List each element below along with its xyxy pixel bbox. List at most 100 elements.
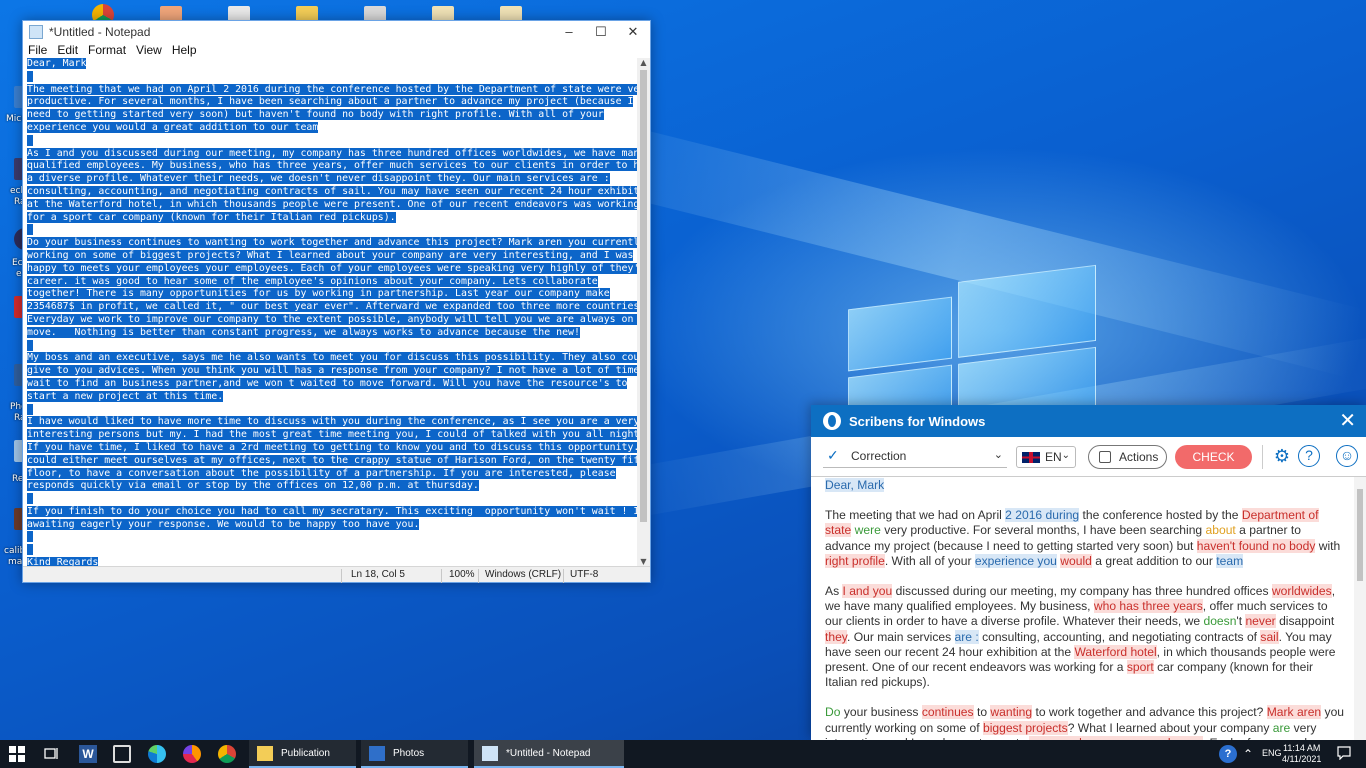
user-icon[interactable]: ☺ (1336, 445, 1358, 467)
window-title: *Untitled - Notepad (49, 25, 151, 39)
notification-icon[interactable] (1337, 746, 1351, 760)
cursor-position: Ln 18, Col 5 (351, 569, 405, 580)
text-line: floor, to have a conversation about the … (27, 467, 616, 479)
flagged-text[interactable]: continues (921, 705, 974, 720)
notepad-icon (482, 746, 498, 761)
word-icon[interactable]: W (79, 745, 97, 763)
actions-icon (1099, 451, 1111, 463)
notepad-window[interactable]: *Untitled - Notepad – ☐ ✕ File Edit Form… (22, 20, 651, 583)
task-publication[interactable]: Publication (249, 740, 356, 768)
windows-start-icon[interactable] (9, 746, 25, 762)
flagged-text[interactable]: Do (825, 705, 840, 719)
task-view-icon[interactable] (43, 745, 61, 763)
check-button[interactable]: CHECK (1175, 445, 1252, 469)
maximize-button[interactable]: ☐ (585, 21, 617, 43)
scroll-down-icon[interactable]: ▼ (637, 557, 650, 566)
minimize-button[interactable]: – (553, 21, 585, 43)
scribens-window[interactable]: Scribens for Windows ✕ ✓ Correction ⌄ EN… (811, 405, 1366, 740)
flagged-text[interactable]: sail (1260, 629, 1279, 644)
chrome-icon[interactable] (218, 745, 236, 763)
flagged-text[interactable]: team (1216, 553, 1244, 568)
task-label: *Untitled - Notepad (506, 748, 591, 759)
text-segment: discussed during our meeting, my company… (892, 584, 1272, 599)
text-line: Dear, Mark (27, 58, 87, 69)
flagged-text[interactable]: experience you (974, 553, 1057, 568)
menu-edit[interactable]: Edit (52, 43, 83, 59)
menu-bar: File Edit Format View Help (23, 43, 650, 59)
task-notepad[interactable]: *Untitled - Notepad (474, 740, 624, 768)
app-icon[interactable] (113, 745, 131, 763)
actions-button[interactable]: Actions (1088, 445, 1167, 469)
paragraph: As I and you discussed during our meetin… (825, 584, 1345, 690)
text-line: need to getting started very soon) but h… (27, 109, 604, 121)
text-segment: . Our main services (846, 629, 955, 644)
language-indicator[interactable]: ENG (1262, 748, 1282, 768)
flagged-text[interactable]: right profile (825, 553, 885, 568)
clock[interactable]: 11:14 AM 4/11/2021 (1282, 743, 1321, 765)
menu-file[interactable]: File (23, 43, 52, 59)
flagged-text[interactable]: wanting (990, 705, 1033, 720)
flagged-text[interactable]: biggest projects (982, 720, 1068, 735)
scribens-text-panel[interactable]: Dear, Mark The meeting that we had on Ap… (825, 478, 1345, 740)
close-button[interactable]: ✕ (617, 21, 649, 43)
close-icon[interactable]: ✕ (1339, 411, 1356, 431)
flagged-text[interactable]: were (855, 523, 881, 537)
text-segment: the conference hosted by the (1079, 508, 1242, 523)
flagged-text[interactable]: I and you (842, 584, 893, 599)
flagged-text[interactable]: would (1060, 553, 1092, 568)
flagged-text[interactable]: about (1206, 523, 1236, 537)
gear-icon[interactable]: ⚙ (1271, 445, 1293, 467)
scribens-logo-icon (823, 412, 841, 430)
text-editor[interactable]: Dear, Mark The meeting that we had on Ap… (27, 58, 637, 566)
language-select[interactable]: EN ⌄ (1016, 446, 1076, 468)
menu-format[interactable]: Format (83, 43, 131, 59)
text-line (27, 544, 637, 557)
scribens-scrollbar[interactable] (1354, 477, 1366, 740)
flagged-text[interactable]: 2 2016 during (1005, 508, 1080, 523)
flagged-text[interactable]: doesn (1203, 614, 1236, 628)
mode-select[interactable]: ✓ Correction ⌄ (823, 446, 1007, 468)
text-segment: a great addition to our (1091, 553, 1217, 568)
flagged-text[interactable]: worldwides (1271, 584, 1332, 599)
time: 11:14 AM (1283, 743, 1321, 753)
help-icon[interactable]: ? (1298, 445, 1320, 467)
scrollbar-thumb[interactable] (1357, 489, 1363, 581)
edge-icon[interactable] (148, 745, 166, 763)
text-line: move. Nothing is better than constant pr… (27, 326, 580, 338)
photos-icon (369, 746, 385, 761)
text-segment: ? What I learned about your company (1067, 720, 1273, 735)
help-icon[interactable]: ? (1219, 745, 1237, 763)
text-line (27, 70, 637, 84)
scribens-title: Scribens for Windows (849, 413, 986, 429)
title-bar[interactable]: *Untitled - Notepad – ☐ ✕ (23, 21, 650, 43)
task-label: Photos (393, 748, 425, 759)
flagged-text[interactable]: who has three years (1093, 599, 1203, 614)
status-bar: Ln 18, Col 5 100% Windows (CRLF) UTF-8 (23, 566, 650, 583)
menu-help[interactable]: Help (167, 43, 202, 59)
scribens-title-bar[interactable]: Scribens for Windows ✕ (811, 405, 1366, 437)
task-photos[interactable]: Photos (361, 740, 468, 768)
firefox-icon[interactable] (183, 745, 201, 763)
flagged-text[interactable]: are (1273, 721, 1290, 735)
taskbar: W Publication Photos *Untitled - Notepad… (0, 740, 1366, 768)
flagged-text[interactable]: never (1245, 614, 1276, 629)
flagged-text[interactable]: haven't found no body (1196, 538, 1316, 553)
flagged-text[interactable]: Waterford hotel (1074, 644, 1157, 659)
vertical-scrollbar[interactable]: ▲ ▼ (637, 58, 650, 566)
flagged-text[interactable]: Mark aren (1266, 705, 1322, 720)
text-segment: your business (840, 705, 922, 720)
text-line (27, 224, 637, 237)
text-segment: consulting, accounting, and negotiating … (978, 629, 1261, 644)
menu-view[interactable]: View (131, 43, 167, 59)
notepad-icon (29, 25, 43, 39)
scroll-up-icon[interactable]: ▲ (637, 58, 650, 67)
chevron-up-icon[interactable]: ⌃ (1243, 747, 1253, 768)
flagged-text[interactable]: sport (1126, 660, 1154, 675)
text-line (27, 493, 637, 506)
text-segment: to work together and advance this projec… (1032, 705, 1267, 720)
text-line (27, 531, 637, 544)
text-line: Do your business continues to wanting to… (27, 237, 637, 250)
flagged-text[interactable]: they (825, 629, 847, 644)
flagged-text[interactable]: are : (954, 629, 979, 644)
scrollbar-thumb[interactable] (640, 70, 647, 522)
